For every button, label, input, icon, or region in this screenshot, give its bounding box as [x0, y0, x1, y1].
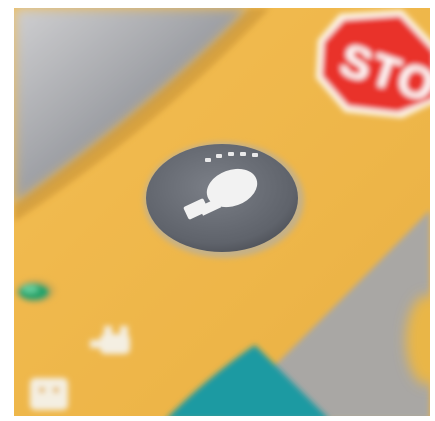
- control-panel-photo: STOP: [14, 8, 430, 416]
- light-bulb-button[interactable]: [144, 142, 304, 258]
- socket-icon: [30, 378, 68, 410]
- status-led: [16, 279, 56, 303]
